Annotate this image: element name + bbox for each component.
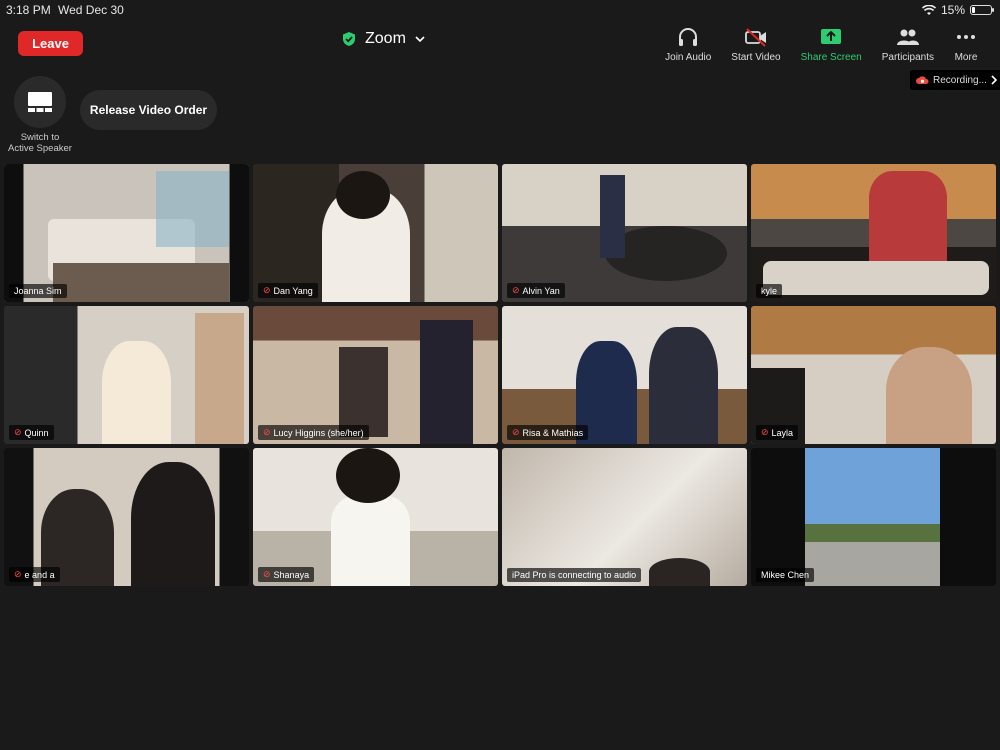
status-right: 15% (921, 3, 994, 17)
participant-name: 🔇Joanna Sim (9, 284, 67, 298)
mic-muted-icon: ⊘ (512, 285, 520, 295)
participant-name: ⊘ Lucy Higgins (she/her) (258, 425, 369, 440)
shield-check-icon (343, 32, 355, 46)
release-video-order-button[interactable]: Release Video Order (80, 90, 217, 130)
join-audio-button[interactable]: Join Audio (665, 26, 711, 63)
participant-name: ⊘ Risa & Mathias (507, 425, 589, 440)
video-tile[interactable]: ⊘ Risa & Mathias (502, 306, 747, 444)
participant-name: ⊘ Quinn (9, 425, 54, 440)
recording-label: Recording... (933, 74, 987, 86)
video-tile[interactable]: ⊘iPad Pro is connecting to audio (502, 448, 747, 586)
mic-muted-icon: ⊘ (263, 285, 271, 295)
video-tile[interactable]: 🔇Joanna Sim (4, 164, 249, 302)
video-off-icon (745, 28, 766, 47)
recording-indicator[interactable]: Recording... (910, 70, 1000, 90)
chevron-right-icon (991, 75, 998, 85)
participant-name: ⊘ Layla (756, 425, 799, 440)
mic-muted-icon: ⊘ (761, 427, 769, 437)
participant-name: ⊘iPad Pro is connecting to audio (507, 568, 642, 582)
status-bar: 3:18 PM Wed Dec 30 15% (0, 0, 1000, 20)
share-screen-icon (821, 29, 842, 44)
mic-muted-icon: ⊘ (263, 569, 271, 579)
chevron-down-icon (415, 35, 425, 42)
mic-muted-icon: ⊘ (14, 569, 22, 579)
switch-active-speaker-label: Switch to Active Speaker (8, 132, 72, 154)
share-screen-label: Share Screen (800, 52, 862, 63)
start-video-label: Start Video (731, 52, 781, 63)
mic-muted-icon: ⊘ (263, 427, 271, 437)
mic-muted-icon: ⊘ (14, 427, 22, 437)
start-video-button[interactable]: Start Video (731, 26, 781, 63)
participant-name: ⊘ e and a (9, 567, 60, 582)
wifi-icon (921, 4, 936, 15)
meeting-title[interactable]: Zoom (342, 30, 425, 48)
meeting-toolbar: Join Audio Start Video Share Screen Part… (665, 26, 1000, 63)
more-button[interactable]: More (954, 26, 978, 63)
video-tile[interactable]: ⊘Mikee Chen (751, 448, 996, 586)
mic-muted-icon: ⊘ (512, 427, 520, 437)
join-audio-label: Join Audio (665, 52, 712, 63)
video-grid: 🔇Joanna Sim ⊘Dan Yang ⊘Alvin Yan ⊘kyle ⊘… (4, 164, 996, 586)
status-time: 3:18 PM (6, 3, 51, 17)
share-screen-button[interactable]: Share Screen (801, 26, 862, 63)
video-tile[interactable]: ⊘ Layla (751, 306, 996, 444)
active-speaker-icon (28, 92, 52, 112)
participants-label: Participants (881, 52, 934, 63)
video-tile[interactable]: ⊘ e and a (4, 448, 249, 586)
participants-button[interactable]: Participants (882, 26, 934, 63)
battery-icon (970, 5, 994, 15)
headphones-icon (679, 28, 698, 46)
video-tile[interactable]: ⊘ Quinn (4, 306, 249, 444)
switch-active-speaker-button[interactable] (14, 76, 66, 128)
participants-icon (896, 29, 919, 45)
video-tile[interactable]: ⊘ Alvin Yan (502, 164, 747, 302)
participant-name: ⊘ Dan Yang (258, 283, 318, 298)
battery-percent: 15% (940, 3, 965, 17)
more-dots-icon (957, 35, 975, 39)
video-tile[interactable]: ⊘ Dan Yang (253, 164, 498, 302)
participant-name: ⊘ Shanaya (258, 567, 315, 582)
more-label: More (954, 52, 978, 63)
leave-button[interactable]: Leave (18, 31, 83, 56)
status-date: Wed Dec 30 (58, 3, 124, 17)
video-tile[interactable]: ⊘ Lucy Higgins (she/her) (253, 306, 498, 444)
participant-name: ⊘ Alvin Yan (507, 283, 565, 298)
cloud-record-icon (916, 75, 929, 84)
video-tile[interactable]: ⊘ Shanaya (253, 448, 498, 586)
video-tile[interactable]: ⊘kyle (751, 164, 996, 302)
participant-name: ⊘Mikee Chen (756, 568, 815, 582)
meeting-title-label: Zoom (365, 30, 406, 47)
participant-name: ⊘kyle (756, 284, 783, 298)
